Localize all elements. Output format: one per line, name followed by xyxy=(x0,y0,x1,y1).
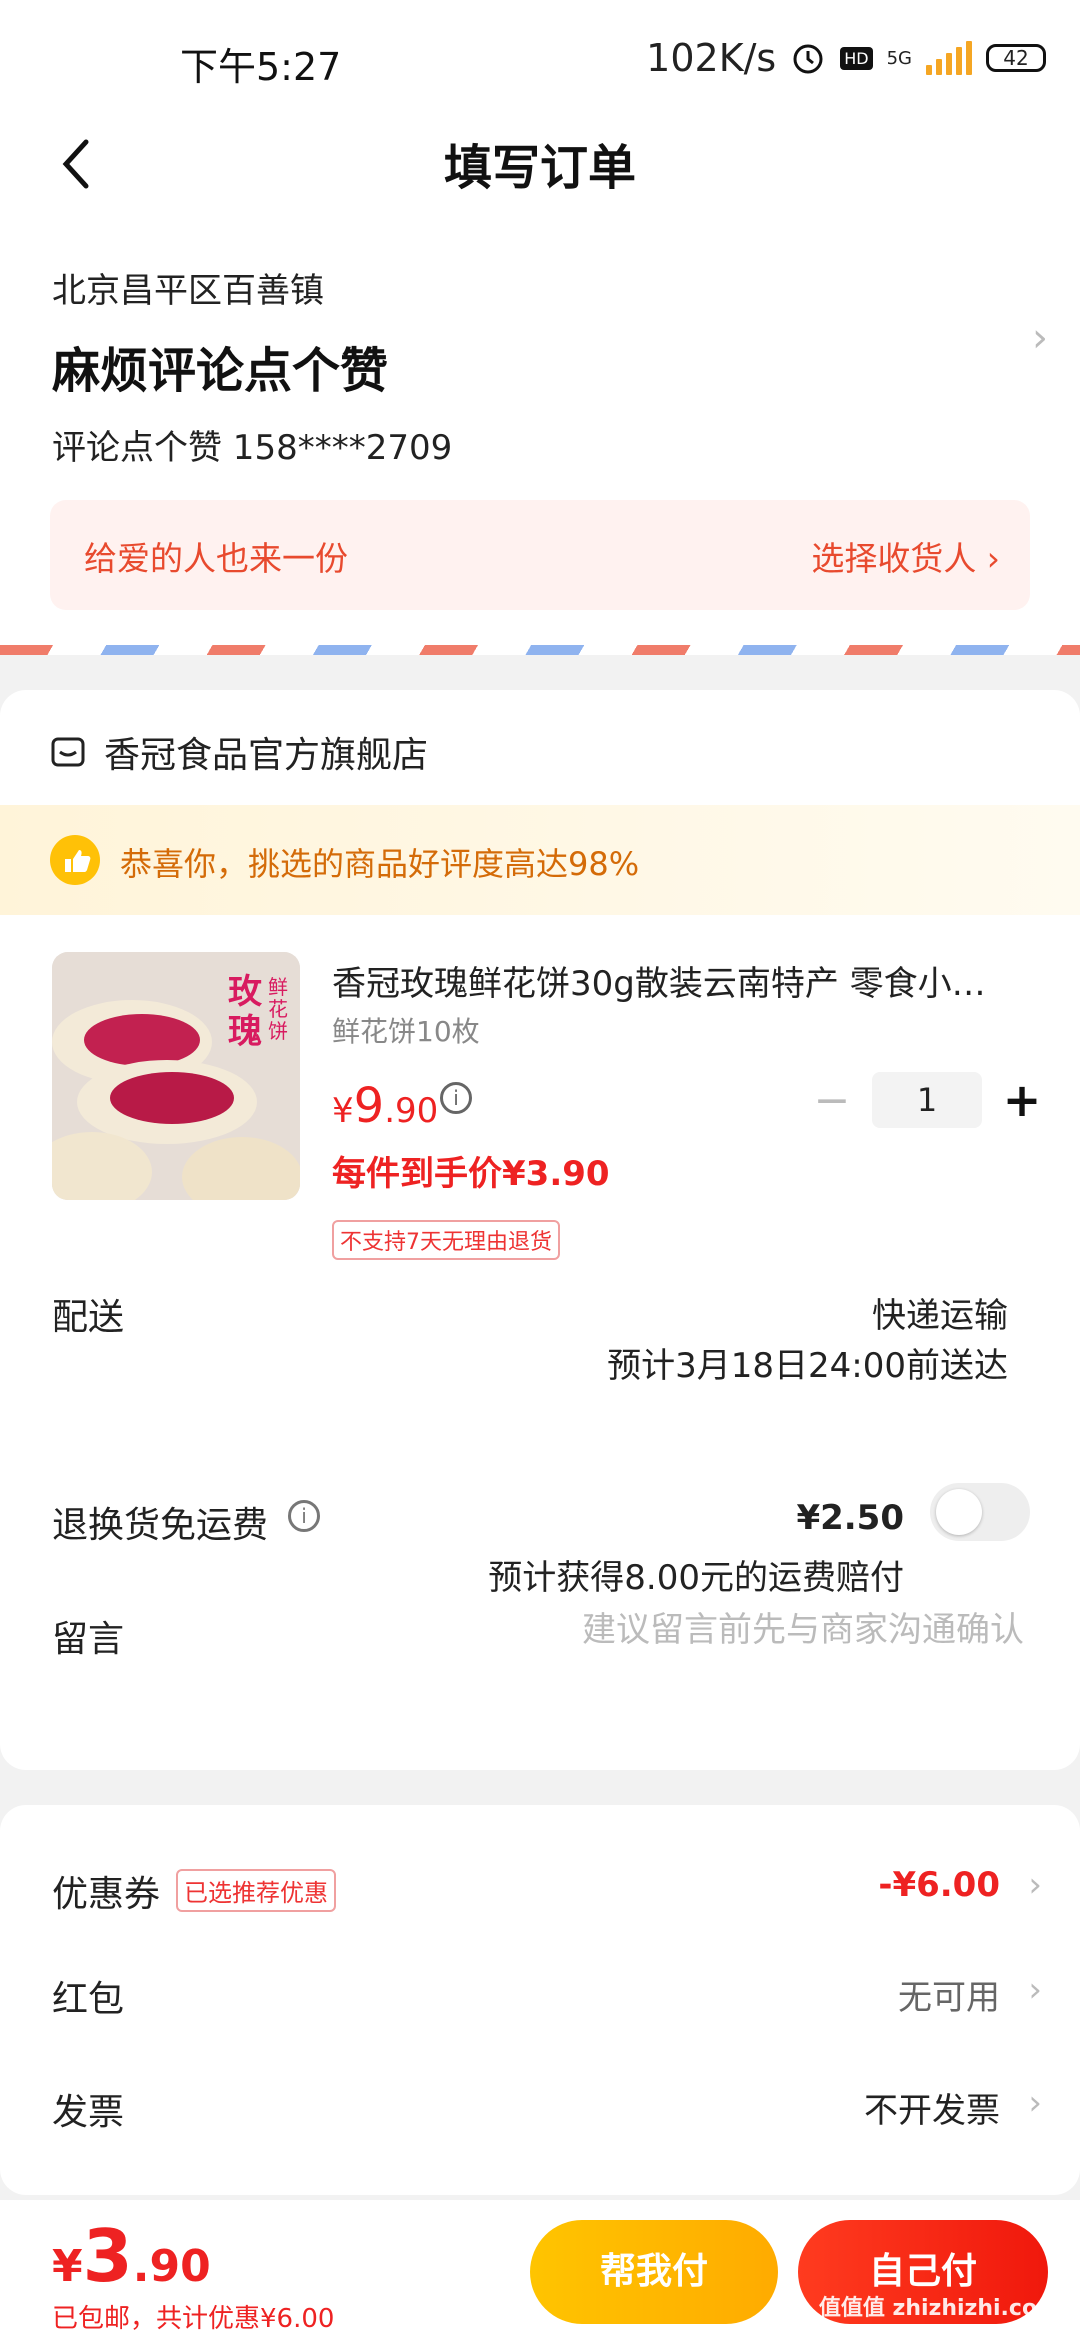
shop-icon xyxy=(51,737,85,767)
thumbs-up-icon xyxy=(50,835,100,885)
help-pay-button[interactable]: 帮我付 xyxy=(530,2220,778,2324)
battery-icon: 42 xyxy=(986,44,1046,72)
coupon-label: 优惠券 xyxy=(52,1874,161,1915)
total-subtext: 已包邮，共计优惠¥6.00 xyxy=(52,2304,335,2334)
status-right: 102K/s HD 5G 42 xyxy=(646,36,1046,80)
chevron-right-icon[interactable]: › xyxy=(1032,315,1048,361)
watermark: 值值值 zhizhizhi.com xyxy=(818,2296,1060,2321)
return-note: 预计获得8.00元的运费赔付 xyxy=(488,1558,904,1598)
shop-card: 香冠食品官方旗舰店 恭喜你，挑选的商品好评度高达98% 玫瑰 鲜花饼 香冠玫瑰鲜… xyxy=(0,690,1080,1770)
coupon-tag: 已选推荐优惠 xyxy=(176,1869,336,1912)
decrease-button[interactable]: − xyxy=(810,1075,854,1126)
header: 填写订单 xyxy=(0,120,1080,235)
increase-button[interactable]: + xyxy=(1000,1073,1044,1127)
delivery-label: 配送 xyxy=(52,1297,125,1338)
return-label: 退换货免运费 xyxy=(52,1505,269,1546)
chevron-right-icon[interactable]: › xyxy=(1028,1970,1042,2010)
redpacket-label: 红包 xyxy=(52,1979,125,2020)
invoice-label: 发票 xyxy=(52,2092,125,2133)
network-type: 5G xyxy=(886,47,912,69)
shop-header[interactable]: 香冠食品官方旗舰店 xyxy=(50,726,428,778)
address-card[interactable]: 北京昌平区百善镇 麻烦评论点个赞 评论点个赞 158****2709 › 给爱的… xyxy=(0,235,1080,655)
product-name[interactable]: 香冠玫瑰鲜花饼30g散装云南特产 零食小… xyxy=(332,956,1032,1005)
gift-text: 给爱的人也来一份 xyxy=(84,539,348,578)
message-label: 留言 xyxy=(52,1619,125,1660)
rating-text: 恭喜你，挑选的商品好评度高达98% xyxy=(120,845,640,883)
discount-card: 优惠券 已选推荐优惠 -¥6.00 › 红包 无可用 › 发票 不开发票 › xyxy=(0,1805,1080,2195)
coupon-value[interactable]: -¥6.00 xyxy=(878,1865,1000,1905)
chevron-right-icon[interactable]: › xyxy=(1028,2083,1042,2123)
delivery-method: 快递运输 xyxy=(872,1296,1008,1336)
no-return-tag: 不支持7天无理由退货 xyxy=(332,1220,560,1260)
product-price: ¥9.90 xyxy=(332,1078,439,1134)
signal-icon xyxy=(926,41,972,75)
page-title: 填写订单 xyxy=(443,140,636,196)
alarm-icon xyxy=(793,44,823,74)
quantity-input[interactable]: 1 xyxy=(872,1072,982,1128)
address-region: 北京昌平区百善镇 xyxy=(52,271,324,311)
image-text-cake: 鲜花饼 xyxy=(268,975,288,1043)
status-bar: 下午5:27 102K/s HD 5G 42 xyxy=(0,0,1080,120)
product-image[interactable]: 玫瑰 鲜花饼 xyxy=(52,952,300,1200)
info-icon[interactable]: i xyxy=(288,1500,320,1532)
delivery-eta: 预计3月18日24:00前送达 xyxy=(607,1346,1008,1386)
address-contact: 评论点个赞 158****2709 xyxy=(52,428,453,468)
gift-banner[interactable]: 给爱的人也来一份 选择收货人 › xyxy=(50,500,1030,610)
chevron-right-icon[interactable]: › xyxy=(1028,1865,1042,1905)
return-price: ¥2.50 xyxy=(796,1498,904,1538)
network-speed: 102K/s xyxy=(646,36,777,80)
invoice-value[interactable]: 不开发票 xyxy=(864,2083,1000,2132)
rating-banner: 恭喜你，挑选的商品好评度高达98% xyxy=(0,805,1080,915)
hd-icon: HD xyxy=(840,46,873,70)
total-price: ¥3.90 xyxy=(52,2214,211,2298)
per-item-price: 每件到手价¥3.90 xyxy=(332,1154,610,1194)
image-text-rose: 玫瑰 xyxy=(228,972,262,1052)
status-time: 下午5:27 xyxy=(180,45,342,89)
info-icon[interactable]: i xyxy=(440,1082,472,1114)
quantity-stepper: − 1 + xyxy=(810,1072,1044,1128)
return-toggle[interactable] xyxy=(930,1483,1030,1541)
redpacket-value[interactable]: 无可用 xyxy=(898,1970,1000,2019)
address-detail: 麻烦评论点个赞 xyxy=(52,343,389,399)
choose-recipient-link[interactable]: 选择收货人 › xyxy=(811,532,1000,580)
airmail-stripe xyxy=(0,645,1080,655)
message-input[interactable]: 建议留言前先与商家沟通确认 xyxy=(582,1602,1024,1651)
product-spec: 鲜花饼10枚 xyxy=(332,1015,480,1048)
shop-name: 香冠食品官方旗舰店 xyxy=(104,735,429,776)
